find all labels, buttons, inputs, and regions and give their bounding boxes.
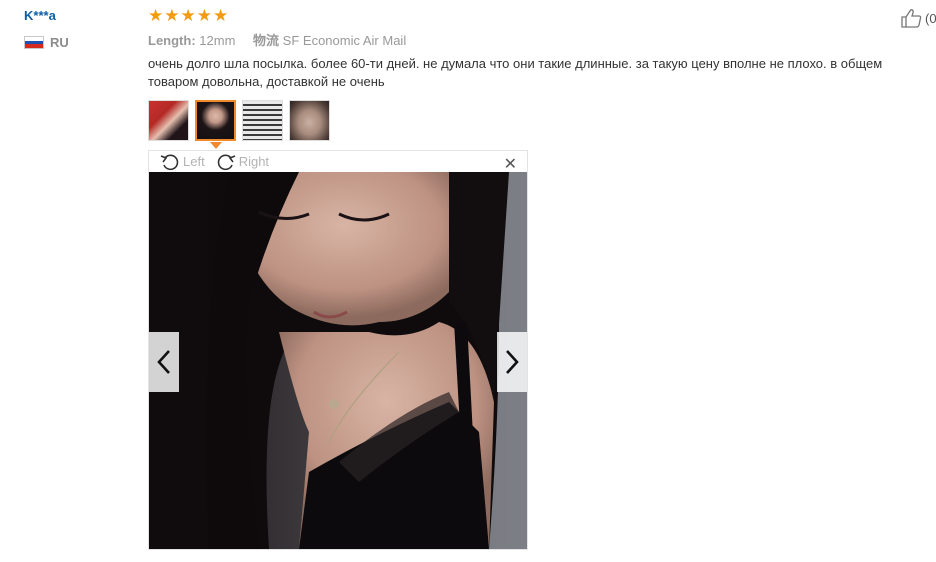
rotate-right-label: Right — [238, 154, 270, 169]
previous-photo-button[interactable] — [149, 332, 179, 392]
helpful-button[interactable]: (0 — [900, 8, 936, 28]
next-photo-button[interactable] — [497, 332, 527, 392]
review-meta: Length: 12mm 物流 SF Economic Air Mail — [148, 30, 406, 49]
chevron-left-icon — [157, 350, 170, 374]
rotate-left-icon — [160, 154, 179, 170]
star-icon: ★ — [180, 6, 196, 26]
star-rating: ★ ★ ★ ★ ★ — [148, 6, 228, 26]
rotate-right-icon — [217, 154, 235, 170]
thumbs-up-icon — [901, 9, 922, 28]
photo-viewer: Left Right ✕ — [148, 150, 528, 550]
active-thumbnail-caret — [210, 142, 222, 149]
rotate-left-label: Left — [183, 154, 205, 169]
photo-thumbnail[interactable] — [148, 100, 189, 141]
chevron-right-icon — [506, 350, 519, 374]
photo-thumbnails — [148, 100, 330, 141]
rotate-right-button[interactable]: Right — [215, 152, 269, 172]
rotate-left-button[interactable]: Left — [159, 152, 205, 172]
review-text: очень долго шла посылка. более 60-ти дне… — [148, 56, 883, 89]
photo-thumbnail[interactable] — [289, 100, 330, 141]
length-value: 12mm — [199, 33, 236, 48]
star-icon: ★ — [196, 6, 212, 26]
photo-thumbnail-active[interactable] — [195, 100, 236, 141]
country-code: RU — [50, 35, 69, 50]
shipping-value: SF Economic Air Mail — [282, 33, 407, 48]
close-icon[interactable]: ✕ — [504, 154, 517, 173]
shipping-label: 物流 — [253, 33, 280, 48]
helpful-count: (0 — [925, 10, 936, 26]
star-icon: ★ — [213, 6, 229, 26]
star-icon: ★ — [164, 6, 180, 26]
star-icon: ★ — [148, 6, 164, 26]
reviewer-name: K***a — [24, 8, 56, 23]
photo-thumbnail[interactable] — [242, 100, 283, 141]
viewer-toolbar: Left Right ✕ — [149, 151, 527, 173]
reviewer-country: RU — [24, 35, 69, 50]
russia-flag-icon — [24, 36, 44, 49]
length-label: Length: — [148, 33, 196, 48]
review-photo — [149, 172, 527, 549]
